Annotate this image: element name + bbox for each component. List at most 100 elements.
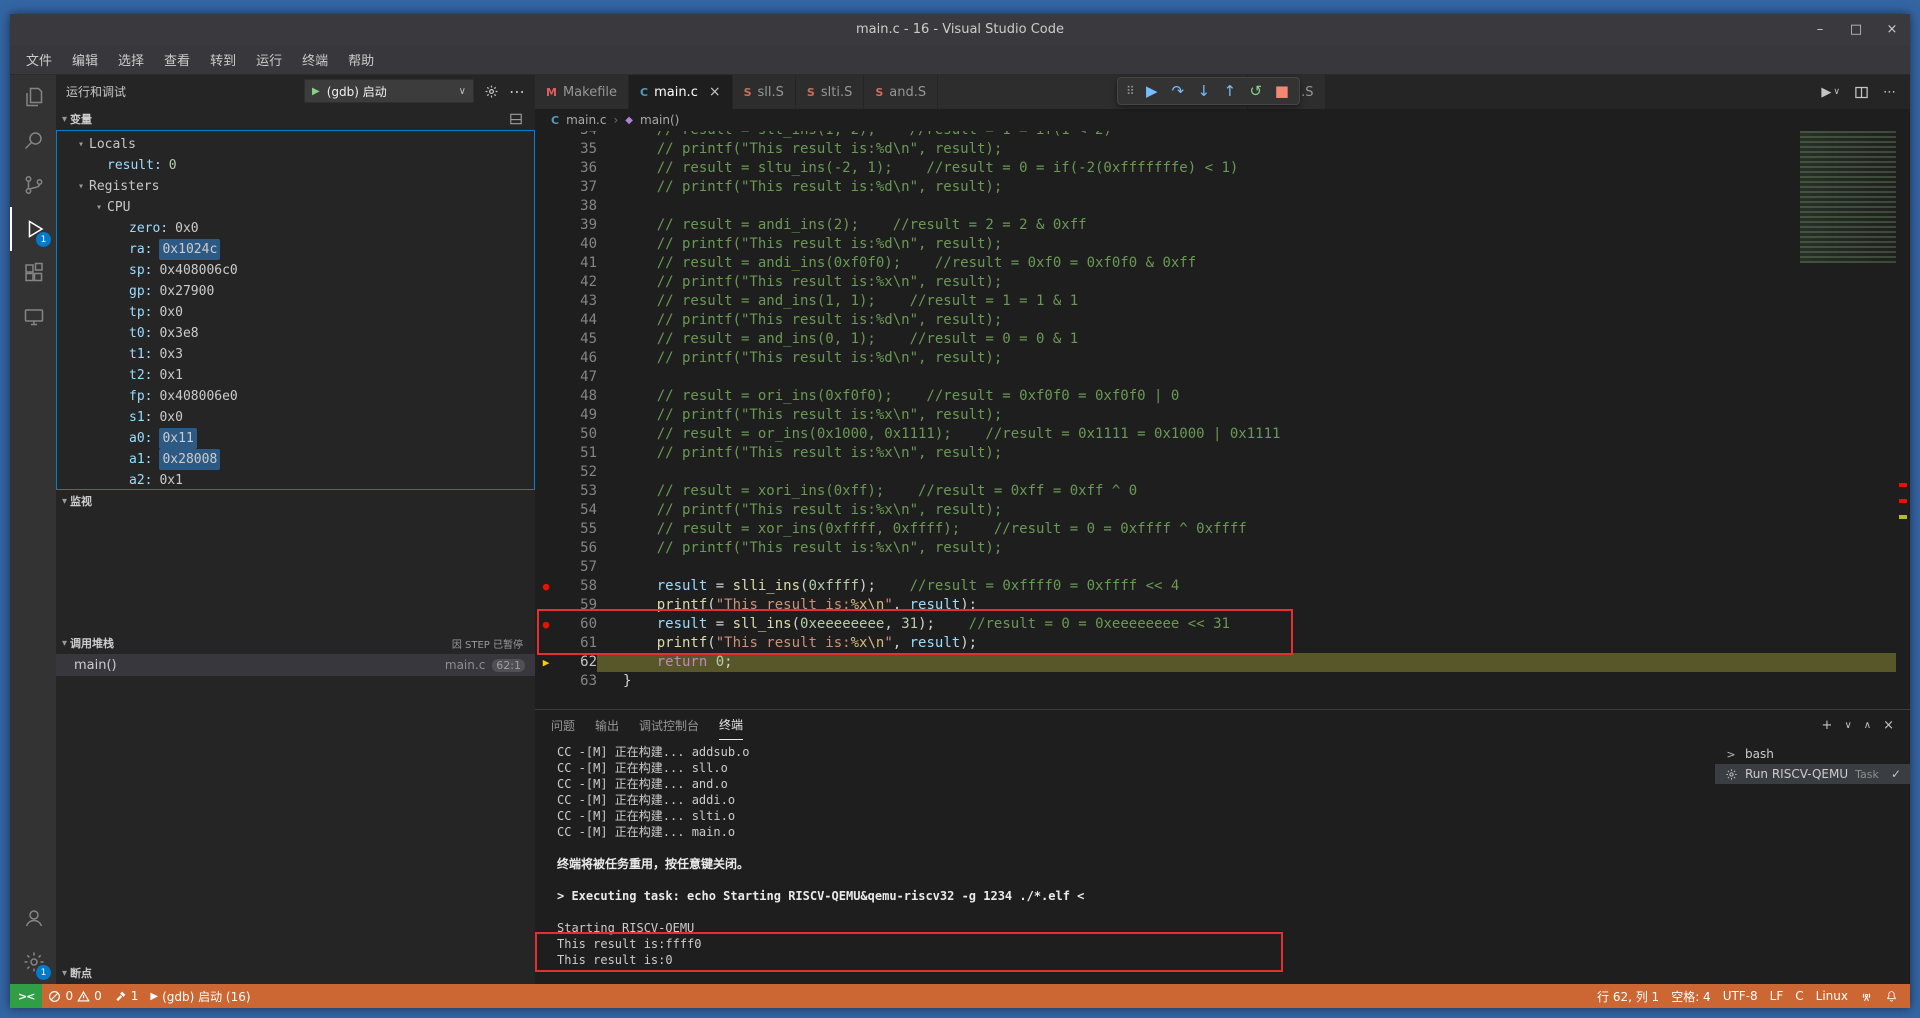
start-debug-icon[interactable]: ▶ — [312, 86, 320, 97]
continue-button[interactable]: ▶ — [1139, 82, 1165, 100]
variable-sp[interactable]: sp:0x408006c0 — [57, 260, 534, 281]
close-icon[interactable]: × — [709, 84, 721, 100]
minimap[interactable] — [1800, 131, 1896, 263]
code-line-61[interactable]: 61 printf("This result is:%x\n", result)… — [535, 634, 1910, 653]
code-line-44[interactable]: 44 // printf("This result is:%d\n", resu… — [535, 311, 1910, 330]
panel-tab-调试控制台[interactable]: 调试控制台 — [639, 710, 699, 740]
language-mode[interactable]: C — [1789, 984, 1809, 1008]
variable-zero[interactable]: zero:0x0 — [57, 218, 534, 239]
menu-item-转到[interactable]: 转到 — [200, 45, 246, 74]
variable-s1[interactable]: s1:0x0 — [57, 407, 534, 428]
run-menu-button[interactable]: ▶∨ — [1821, 85, 1840, 100]
menu-item-选择[interactable]: 选择 — [108, 45, 154, 74]
code-line-60[interactable]: ●60 result = sll_ins(0xeeeeeeee, 31); //… — [535, 615, 1910, 634]
debug-config-dropdown[interactable]: ▶ (gdb) 启动 ∨ — [304, 79, 474, 103]
code-line-52[interactable]: 52 — [535, 463, 1910, 482]
step-over-button[interactable]: ↷ — [1165, 82, 1191, 100]
problems-status[interactable]: 0 0 — [42, 984, 107, 1008]
code-line-43[interactable]: 43 // result = and_ins(1, 1); //result =… — [535, 292, 1910, 311]
debug-session-status[interactable]: ▶ (gdb) 启动 (16) — [144, 984, 256, 1008]
code-line-38[interactable]: 38 — [535, 197, 1910, 216]
indentation[interactable]: 空格: 4 — [1665, 984, 1717, 1008]
code-line-62[interactable]: ▶62 return 0; — [535, 653, 1910, 672]
code-line-57[interactable]: 57 — [535, 558, 1910, 577]
breakpoint-dot[interactable]: ● — [535, 577, 557, 596]
close-button[interactable]: × — [1874, 14, 1910, 45]
code-line-56[interactable]: 56 // printf("This result is:%x\n", resu… — [535, 539, 1910, 558]
maximize-panel-icon[interactable]: ∧ — [1864, 720, 1871, 731]
watch-section-header[interactable]: ▾ 监视 — [56, 490, 535, 512]
variable-t1[interactable]: t1:0x3 — [57, 344, 534, 365]
code-editor[interactable]: 34 // result = slt_ins(1, 2); //result =… — [535, 131, 1910, 709]
call-stack-section-header[interactable]: ▾ 调用堆栈 因 STEP 已暂停 — [56, 632, 535, 654]
remote-explorer-icon[interactable] — [10, 295, 56, 339]
panel-tab-问题[interactable]: 问题 — [551, 710, 575, 740]
step-out-button[interactable]: ↑ — [1217, 82, 1243, 100]
breakpoints-section-header[interactable]: ▾ 断点 — [56, 962, 535, 984]
code-line-51[interactable]: 51 // printf("This result is:%x\n", resu… — [535, 444, 1910, 463]
search-icon[interactable] — [10, 119, 56, 163]
menu-item-查看[interactable]: 查看 — [154, 45, 200, 74]
close-panel-icon[interactable]: × — [1883, 718, 1894, 733]
menu-item-帮助[interactable]: 帮助 — [338, 45, 384, 74]
code-line-45[interactable]: 45 // result = and_ins(0, 1); //result =… — [535, 330, 1910, 349]
settings-gear-icon[interactable]: 1 — [10, 940, 56, 984]
variable-fp[interactable]: fp:0x408006e0 — [57, 386, 534, 407]
variable-t2[interactable]: t2:0x1 — [57, 365, 534, 386]
variable-tp[interactable]: tp:0x0 — [57, 302, 534, 323]
code-line-48[interactable]: 48 // result = ori_ins(0xf0f0); //result… — [535, 387, 1910, 406]
code-line-36[interactable]: 36 // result = sltu_ins(-2, 1); //result… — [535, 159, 1910, 178]
title-bar[interactable]: main.c - 16 - Visual Studio Code – □ × — [10, 14, 1910, 45]
tree-scope-CPU[interactable]: ▾CPU — [57, 197, 534, 218]
tab-slti.S[interactable]: Sslti.S — [796, 75, 864, 109]
more-actions-icon[interactable]: ⋯ — [1883, 85, 1896, 100]
running-tasks-status[interactable]: 1 — [108, 984, 145, 1008]
split-editor-icon[interactable] — [1854, 85, 1869, 100]
maximize-button[interactable]: □ — [1838, 14, 1874, 45]
radio-tower-icon[interactable] — [1854, 984, 1879, 1008]
breakpoint-dot[interactable]: ● — [535, 615, 557, 634]
menu-item-编辑[interactable]: 编辑 — [62, 45, 108, 74]
tab-Makefile[interactable]: MMakefile — [535, 75, 629, 109]
tree-scope-Locals[interactable]: ▾Locals — [57, 134, 534, 155]
breadcrumb[interactable]: C main.c › ◆ main() — [535, 109, 1910, 131]
variables-section-header[interactable]: ▾ 变量 — [56, 108, 535, 130]
tree-scope-Registers[interactable]: ▾Registers — [57, 176, 534, 197]
account-icon[interactable] — [10, 896, 56, 940]
code-line-50[interactable]: 50 // result = or_ins(0x1000, 0x1111); /… — [535, 425, 1910, 444]
run-and-debug-icon[interactable]: 1 — [10, 207, 56, 251]
variable-ra[interactable]: ra:0x1024c — [57, 239, 534, 260]
encoding[interactable]: UTF-8 — [1717, 984, 1764, 1008]
code-line-46[interactable]: 46 // printf("This result is:%d\n", resu… — [535, 349, 1910, 368]
stack-frame-main[interactable]: main() main.c 62:1 — [56, 654, 535, 676]
tab-and.S[interactable]: Sand.S — [864, 75, 938, 109]
bell-icon[interactable] — [1879, 984, 1904, 1008]
source-control-icon[interactable] — [10, 163, 56, 207]
panel-tab-终端[interactable]: 终端 — [719, 710, 743, 740]
debug-settings-gear-icon[interactable] — [484, 84, 499, 99]
terminal-output[interactable]: CC -[M] 正在构建... addsub.oCC -[M] 正在构建... … — [535, 740, 1715, 984]
eol-sequence[interactable]: LF — [1764, 984, 1790, 1008]
variable-result[interactable]: result:0 — [57, 155, 534, 176]
more-actions-icon[interactable]: ⋯ — [509, 82, 525, 101]
variable-gp[interactable]: gp:0x27900 — [57, 281, 534, 302]
code-line-35[interactable]: 35 // printf("This result is:%d\n", resu… — [535, 140, 1910, 159]
code-line-41[interactable]: 41 // result = andi_ins(0xf0f0); //resul… — [535, 254, 1910, 273]
menu-item-运行[interactable]: 运行 — [246, 45, 292, 74]
variable-a0[interactable]: a0:0x11 — [57, 428, 534, 449]
new-terminal-icon[interactable]: + — [1822, 718, 1833, 733]
code-line-54[interactable]: 54 // printf("This result is:%x\n", resu… — [535, 501, 1910, 520]
variable-a2[interactable]: a2:0x1 — [57, 470, 534, 490]
breadcrumb-symbol[interactable]: main() — [640, 113, 679, 127]
code-line-58[interactable]: ●58 result = slli_ins(0xffff); //result … — [535, 577, 1910, 596]
tab-sll.S[interactable]: Ssll.S — [733, 75, 796, 109]
drag-handle-icon[interactable]: ⠿ — [1122, 84, 1139, 98]
code-line-49[interactable]: 49 // printf("This result is:%x\n", resu… — [535, 406, 1910, 425]
code-line-39[interactable]: 39 // result = andi_ins(2); //result = 2… — [535, 216, 1910, 235]
panel-layout-icon[interactable] — [509, 112, 529, 126]
stop-button[interactable]: ■ — [1269, 82, 1295, 100]
menu-item-终端[interactable]: 终端 — [292, 45, 338, 74]
extensions-icon[interactable] — [10, 251, 56, 295]
terminal-dropdown-icon[interactable]: ∨ — [1844, 720, 1851, 731]
variable-a1[interactable]: a1:0x28008 — [57, 449, 534, 470]
